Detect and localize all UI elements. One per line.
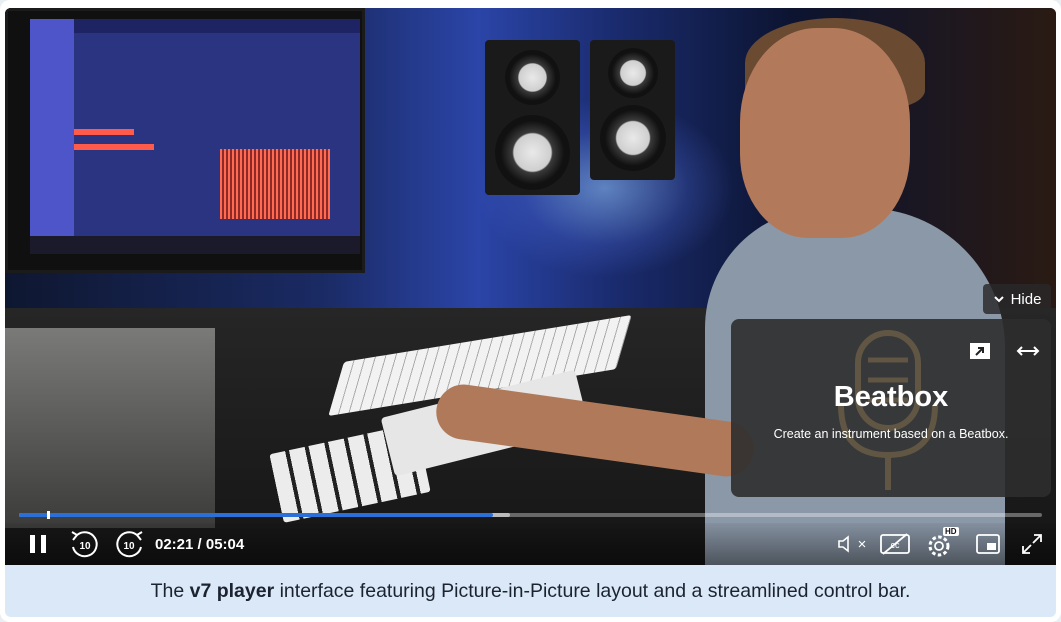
- swap-icon[interactable]: [1015, 341, 1041, 361]
- time-display: 02:21 / 05:04: [155, 536, 245, 553]
- pip-button[interactable]: [971, 529, 1005, 559]
- captions-off-icon: cc: [880, 533, 910, 555]
- daw-monitor: [5, 8, 365, 273]
- hd-badge: HD: [943, 527, 959, 536]
- skip-forward-button[interactable]: 10: [113, 529, 147, 559]
- chevron-down-icon: [993, 291, 1005, 308]
- speaker-woofer: [600, 105, 666, 171]
- outboard-rack: [5, 328, 215, 528]
- speaker-right: [590, 40, 675, 180]
- skip-forward-seconds: 10: [123, 541, 135, 552]
- figure-caption: The v7 player interface featuring Pictur…: [5, 565, 1056, 617]
- speaker-left: [485, 40, 580, 195]
- daw-ruler: [74, 19, 360, 33]
- hide-pip-button[interactable]: Hide: [983, 284, 1051, 314]
- caption-suffix: interface featuring Picture-in-Picture l…: [279, 579, 911, 602]
- skip-forward-icon: 10: [116, 531, 143, 558]
- skip-back-seconds: 10: [79, 541, 91, 552]
- pause-button[interactable]: [23, 529, 53, 559]
- open-external-icon[interactable]: [967, 341, 993, 361]
- fullscreen-button[interactable]: [1015, 529, 1049, 559]
- daw-track-list: [30, 19, 74, 254]
- daw-waveform: [220, 149, 330, 219]
- pip-description: Create an instrument based on a Beatbox.: [773, 427, 1009, 441]
- mute-indicator: ×: [857, 535, 867, 553]
- caption-emphasis: v7 player: [189, 579, 275, 602]
- progress-played: [19, 513, 493, 517]
- hide-label: Hide: [1010, 290, 1042, 308]
- player-card: Hide Beatbox Create an instrument based …: [0, 0, 1061, 622]
- skip-back-button[interactable]: 10: [67, 529, 101, 559]
- daw-region: [74, 129, 134, 135]
- settings-button[interactable]: HD: [923, 527, 959, 559]
- daw-screen: [30, 19, 360, 254]
- video-player[interactable]: Hide Beatbox Create an instrument based …: [5, 8, 1056, 565]
- skip-back-icon: 10: [71, 531, 98, 558]
- pip-panel[interactable]: Beatbox Create an instrument based on a …: [731, 319, 1051, 497]
- daw-transport: [30, 236, 360, 254]
- fullscreen-icon: [1022, 534, 1042, 554]
- speaker-tweeter: [505, 50, 560, 105]
- mute-button[interactable]: ×: [831, 529, 871, 559]
- pip-title: Beatbox: [833, 381, 949, 413]
- person-head: [740, 28, 910, 238]
- progress-bar[interactable]: [19, 511, 1042, 519]
- daw-region: [74, 144, 154, 150]
- speaker-woofer: [495, 115, 570, 190]
- speaker-tweeter: [608, 48, 658, 98]
- pause-icon: [30, 535, 46, 553]
- captions-button[interactable]: cc: [877, 529, 913, 559]
- control-bar: 10 10 02:21 / 05:04 × cc: [5, 523, 1056, 565]
- pip-icon: [976, 534, 1000, 554]
- progress-marker: [47, 511, 50, 519]
- caption-prefix: The: [150, 579, 185, 602]
- volume-muted-icon: [837, 535, 849, 553]
